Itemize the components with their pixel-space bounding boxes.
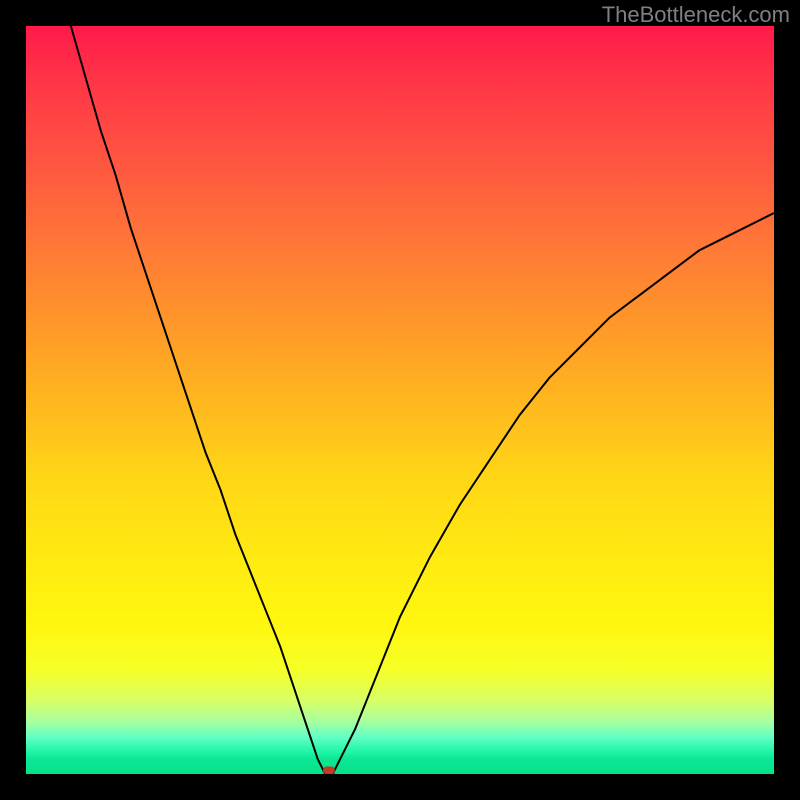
plot-area [26,26,774,774]
chart-frame: TheBottleneck.com [0,0,800,800]
series-left-branch [71,26,325,774]
watermark-label: TheBottleneck.com [602,2,790,28]
curve-layer [26,26,774,774]
bottleneck-marker [323,767,335,774]
series-right-branch [333,213,774,774]
